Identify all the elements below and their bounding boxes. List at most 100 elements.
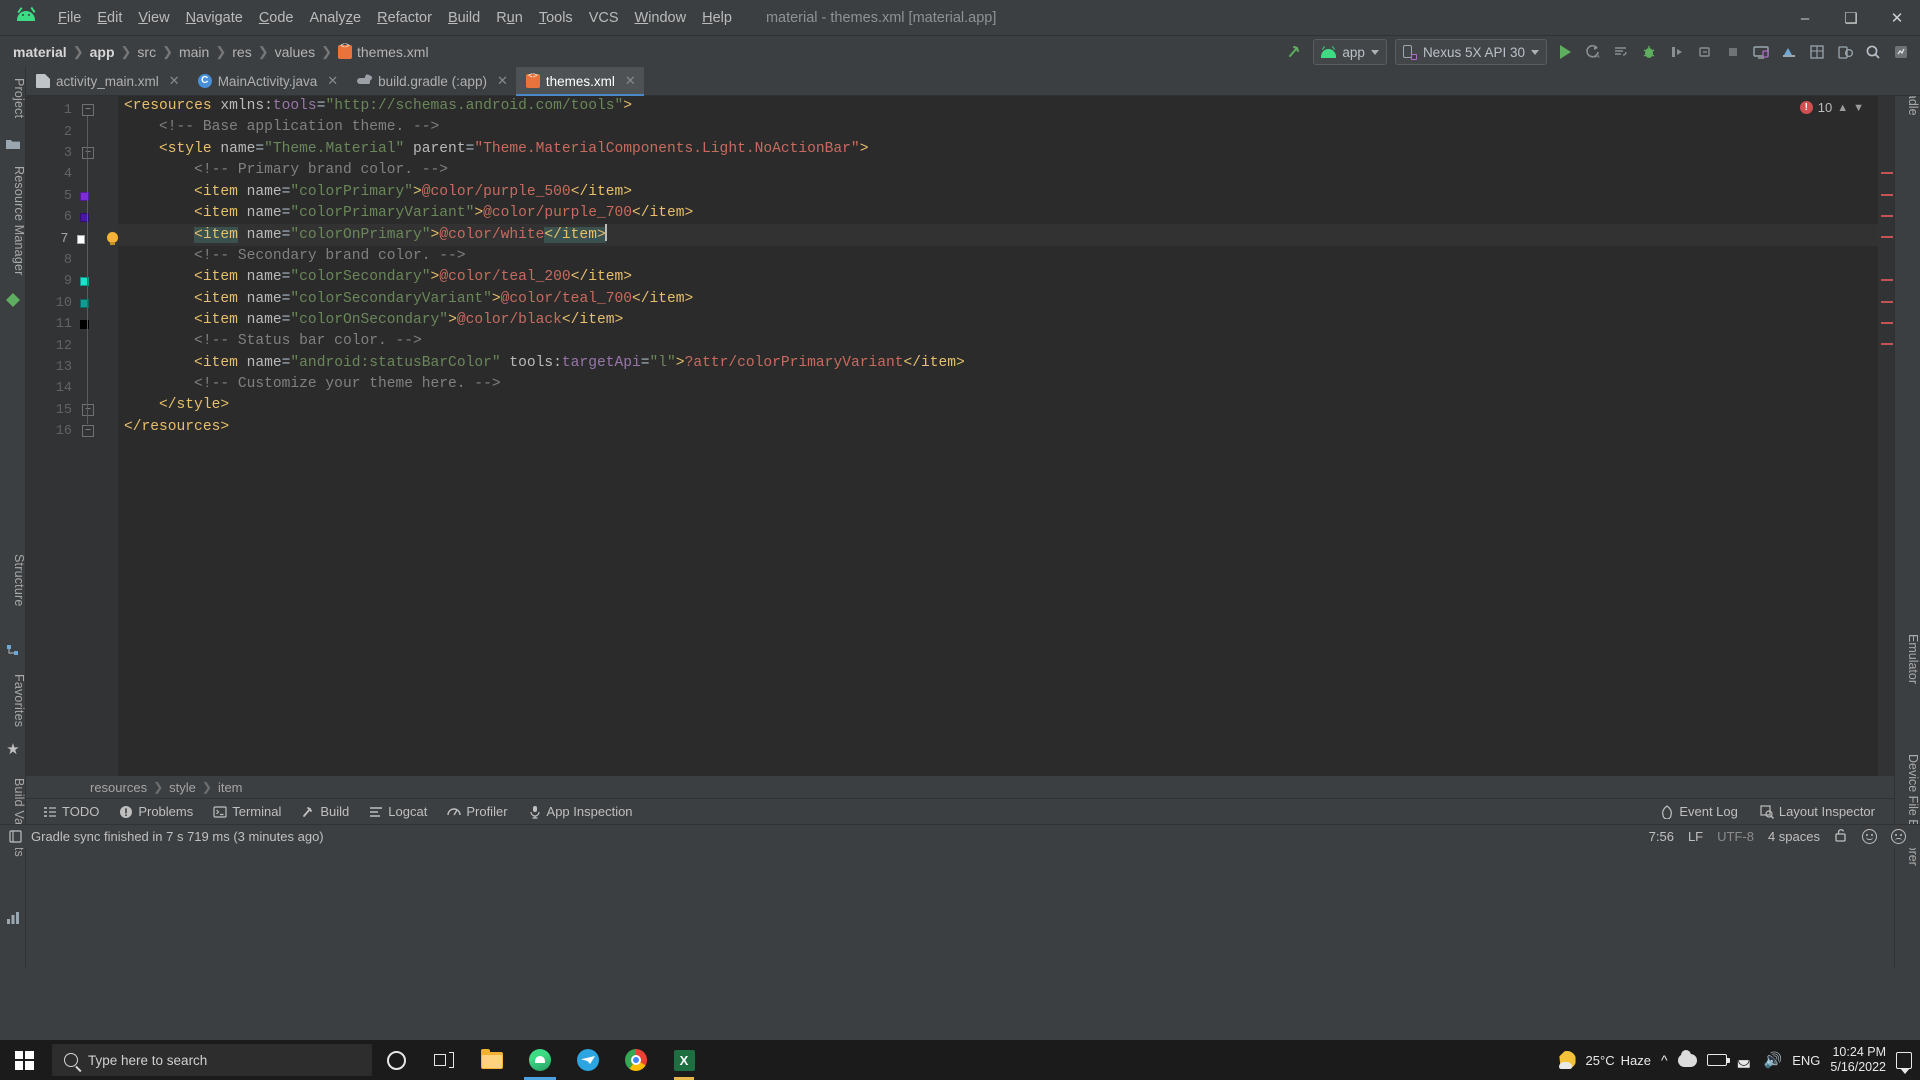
gutter-line[interactable]: 5 xyxy=(26,186,118,207)
editor-breadcrumb-style[interactable]: style xyxy=(165,780,200,795)
tool-window-layout-inspector[interactable]: Layout Inspector xyxy=(1751,801,1884,822)
attach-debugger-icon[interactable] xyxy=(1692,39,1718,65)
close-button[interactable]: ✕ xyxy=(1874,0,1920,36)
windows-start-icon[interactable] xyxy=(0,1040,48,1080)
fold-toggle-icon[interactable]: − xyxy=(82,146,94,159)
fold-toggle-icon[interactable]: − xyxy=(82,403,94,416)
gutter-line[interactable]: 7 xyxy=(26,228,118,249)
apply-code-changes-icon[interactable] xyxy=(1608,39,1634,65)
show-hidden-icons-chevron[interactable]: ^ xyxy=(1661,1052,1668,1068)
unlocked-icon[interactable] xyxy=(1834,828,1848,846)
sidebar-item-device-file-explorer[interactable]: Device File Explorer xyxy=(1894,748,1920,872)
code-line[interactable]: <style name="Theme.Material" parent="The… xyxy=(118,139,1894,160)
sidebar-item-build-variants[interactable]: Build Variants xyxy=(0,772,26,863)
sdk-manager-icon[interactable] xyxy=(1776,39,1802,65)
gutter-line[interactable]: 6 xyxy=(26,207,118,228)
telegram-icon[interactable] xyxy=(564,1040,612,1080)
code-line[interactable]: <!-- Secondary brand color. --> xyxy=(118,246,1894,267)
avd-manager-icon[interactable] xyxy=(1748,39,1774,65)
excel-icon[interactable] xyxy=(660,1040,708,1080)
device-file-explorer-icon[interactable] xyxy=(1832,39,1858,65)
file-encoding[interactable]: UTF-8 xyxy=(1717,829,1754,844)
search-everywhere-icon[interactable] xyxy=(1860,39,1886,65)
inspection-status[interactable]: 10 ▲ ▼ xyxy=(1799,100,1864,115)
build-variants-icon[interactable] xyxy=(5,910,21,926)
error-marker[interactable] xyxy=(1881,193,1893,196)
breadcrumb-src[interactable]: src xyxy=(132,42,161,62)
code-line[interactable]: <resources xmlns:tools="http://schemas.a… xyxy=(118,96,1894,117)
gutter-line[interactable]: 10 xyxy=(26,293,118,314)
error-marker[interactable] xyxy=(1881,300,1893,303)
code-line[interactable]: <item name="colorPrimary">@color/purple_… xyxy=(118,182,1894,203)
intention-bulb-icon[interactable] xyxy=(106,232,118,246)
chevron-down-icon[interactable]: ▼ xyxy=(1853,102,1864,114)
cloud-icon[interactable] xyxy=(1677,1049,1697,1067)
status-memory-icon[interactable] xyxy=(8,829,23,844)
task-view-icon[interactable] xyxy=(420,1040,468,1080)
menu-file[interactable]: File xyxy=(50,7,89,29)
menu-run[interactable]: Run xyxy=(488,7,531,29)
tool-window-logcat[interactable]: Logcat xyxy=(360,801,436,822)
module-selector[interactable]: app xyxy=(1313,39,1387,65)
editor-breadcrumb-item[interactable]: item xyxy=(214,780,247,795)
tool-window-build[interactable]: Build xyxy=(292,801,358,822)
cortana-icon[interactable] xyxy=(372,1040,420,1080)
code-line[interactable]: <item name="colorSecondaryVariant">@colo… xyxy=(118,289,1894,310)
breadcrumb-res[interactable]: res xyxy=(227,42,256,62)
line-separator[interactable]: LF xyxy=(1688,829,1703,844)
menu-edit[interactable]: Edit xyxy=(89,7,130,29)
code-line[interactable]: <!-- Base application theme. --> xyxy=(118,117,1894,138)
device-selector[interactable]: Nexus 5X API 30 xyxy=(1394,39,1547,65)
error-marker[interactable] xyxy=(1881,279,1893,282)
close-icon[interactable]: ✕ xyxy=(327,73,338,89)
close-icon[interactable]: ✕ xyxy=(625,73,636,89)
wifi-icon[interactable]: ◛ xyxy=(1737,1052,1754,1067)
color-swatch-icon[interactable] xyxy=(76,234,85,244)
menu-vcs[interactable]: VCS xyxy=(581,7,627,29)
breadcrumb-main[interactable]: main xyxy=(174,42,214,62)
minimize-button[interactable]: – xyxy=(1782,0,1828,36)
battery-icon[interactable] xyxy=(1706,1054,1730,1066)
happy-face-icon[interactable] xyxy=(1862,829,1877,844)
breadcrumb-values[interactable]: values xyxy=(270,42,320,62)
volume-icon[interactable]: 🔊 xyxy=(1764,1051,1783,1069)
menu-refactor[interactable]: Refactor xyxy=(369,7,440,29)
tab-themes-xml[interactable]: themes.xml ✕ xyxy=(515,67,644,96)
tool-window-terminal[interactable]: Terminal xyxy=(204,801,290,822)
indent-setting[interactable]: 4 spaces xyxy=(1768,829,1820,844)
breadcrumb-material[interactable]: material xyxy=(8,42,72,62)
menu-analyze[interactable]: Analyze xyxy=(302,7,370,29)
error-marker[interactable] xyxy=(1881,236,1893,239)
tool-window-problems[interactable]: Problems xyxy=(110,801,202,822)
sad-face-icon[interactable] xyxy=(1891,829,1906,844)
code-line[interactable]: <item name="colorOnPrimary">@color/white… xyxy=(118,224,1894,246)
gutter-line[interactable]: 13 xyxy=(26,357,118,378)
gutter-line[interactable]: 9 xyxy=(26,271,118,292)
tool-window-event-log[interactable]: Event Log xyxy=(1651,801,1747,822)
menu-navigate[interactable]: Navigate xyxy=(178,7,251,29)
caret-position[interactable]: 7:56 xyxy=(1649,829,1674,844)
error-marker[interactable] xyxy=(1881,343,1893,346)
code-line[interactable]: </style> xyxy=(118,395,1894,416)
close-icon[interactable]: ✕ xyxy=(497,73,508,89)
code-text-area[interactable]: <resources xmlns:tools="http://schemas.a… xyxy=(118,96,1894,776)
editor-gutter[interactable]: 1−2 3−4 5 6 7 8 9 10 11 12 13 14 15−16− xyxy=(26,96,118,776)
code-line[interactable]: <item name = "android:statusBarColor" tool… xyxy=(118,353,1894,374)
chrome-icon[interactable] xyxy=(612,1040,660,1080)
favorites-star-icon[interactable]: ★ xyxy=(5,740,21,758)
gutter-line[interactable]: 4 xyxy=(26,164,118,185)
file-explorer-icon[interactable] xyxy=(468,1040,516,1080)
resource-manager-icon[interactable] xyxy=(5,292,21,308)
sidebar-item-emulator[interactable]: Emulator xyxy=(1894,628,1920,690)
code-editor[interactable]: 1−2 3−4 5 6 7 8 9 10 11 12 13 14 15−16− <resources x… xyxy=(26,96,1894,776)
code-line[interactable]: <!-- Customize your theme here. --> xyxy=(118,374,1894,395)
menu-build[interactable]: Build xyxy=(440,7,488,29)
tool-window-app-inspection[interactable]: App Inspection xyxy=(519,801,642,822)
weather-condition[interactable]: Haze xyxy=(1621,1053,1651,1068)
gutter-line[interactable]: 1 xyxy=(26,100,118,121)
build-icon[interactable] xyxy=(1282,39,1308,65)
tool-window-profiler[interactable]: Profiler xyxy=(438,801,516,822)
search-input[interactable]: Type here to search xyxy=(52,1044,372,1076)
run-icon[interactable] xyxy=(1552,39,1578,65)
gutter-line[interactable]: 8 xyxy=(26,250,118,271)
